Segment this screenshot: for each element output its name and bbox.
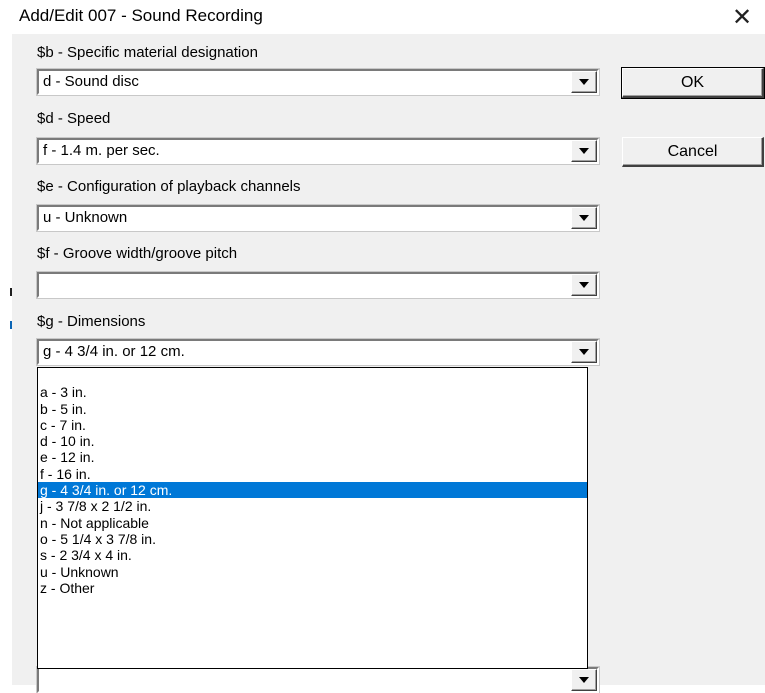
dropdown-items: a - 3 in. b - 5 in. c - 7 in. d - 10 in. e -… <box>38 368 587 596</box>
window-left-edge <box>0 34 12 685</box>
dropdown-arrow-icon[interactable] <box>571 71 597 93</box>
dropdown-option[interactable]: o - 5 1/4 x 3 7/8 in. <box>38 531 587 547</box>
dropdown-arrow-icon[interactable] <box>571 669 597 691</box>
dropdown-option[interactable]: z - Other <box>38 580 587 596</box>
title-bar: Add/Edit 007 - Sound Recording ✕ <box>0 0 765 34</box>
combo-f-groove-width[interactable] <box>37 272 599 298</box>
dropdown-arrow-icon[interactable] <box>571 341 597 363</box>
ok-button[interactable]: OK <box>621 67 765 99</box>
combo-b-value: d - Sound disc <box>43 73 139 90</box>
dropdown-option[interactable]: u - Unknown <box>38 564 587 580</box>
combo-b-material-designation[interactable]: d - Sound disc <box>37 69 599 95</box>
combo-g-value: g - 4 3/4 in. or 12 cm. <box>43 343 185 360</box>
combo-g-dimensions[interactable]: g - 4 3/4 in. or 12 cm. <box>37 339 599 365</box>
combo-hidden-next[interactable] <box>37 667 599 693</box>
field-label-f: $f - Groove width/groove pitch <box>37 245 238 262</box>
combo-e-playback-channels[interactable]: u - Unknown <box>37 205 599 231</box>
dropdown-option[interactable]: n - Not applicable <box>38 515 587 531</box>
dropdown-option[interactable] <box>38 368 587 384</box>
dropdown-option[interactable]: b - 5 in. <box>38 401 587 417</box>
dropdown-option[interactable]: f - 16 in. <box>38 466 587 482</box>
dropdown-option[interactable]: e - 12 in. <box>38 449 587 465</box>
field-label-e: $e - Configuration of playback channels <box>37 178 301 195</box>
field-label-b: $b - Specific material designation <box>37 44 258 61</box>
close-icon[interactable]: ✕ <box>719 0 765 34</box>
dropdown-option[interactable]: s - 2 3/4 x 4 in. <box>38 547 587 563</box>
dropdown-option[interactable]: g - 4 3/4 in. or 12 cm. <box>38 482 587 499</box>
dropdown-option[interactable]: d - 10 in. <box>38 433 587 449</box>
window-title: Add/Edit 007 - Sound Recording <box>19 6 263 25</box>
combo-d-speed[interactable]: f - 1.4 m. per sec. <box>37 138 599 164</box>
dropdown-arrow-icon[interactable] <box>571 274 597 296</box>
combo-e-value: u - Unknown <box>43 209 128 226</box>
dimensions-dropdown-list[interactable]: a - 3 in. b - 5 in. c - 7 in. d - 10 in. e -… <box>37 367 588 669</box>
dropdown-option[interactable]: a - 3 in. <box>38 384 587 400</box>
dropdown-option[interactable]: c - 7 in. <box>38 417 587 433</box>
field-label-d: $d - Speed <box>37 110 111 127</box>
field-label-g: $g - Dimensions <box>37 313 146 330</box>
dropdown-arrow-icon[interactable] <box>571 140 597 162</box>
combo-d-value: f - 1.4 m. per sec. <box>43 142 160 159</box>
dropdown-option[interactable]: j - 3 7/8 x 2 1/2 in. <box>38 498 587 514</box>
cancel-button[interactable]: Cancel <box>622 137 764 167</box>
dropdown-arrow-icon[interactable] <box>571 207 597 229</box>
